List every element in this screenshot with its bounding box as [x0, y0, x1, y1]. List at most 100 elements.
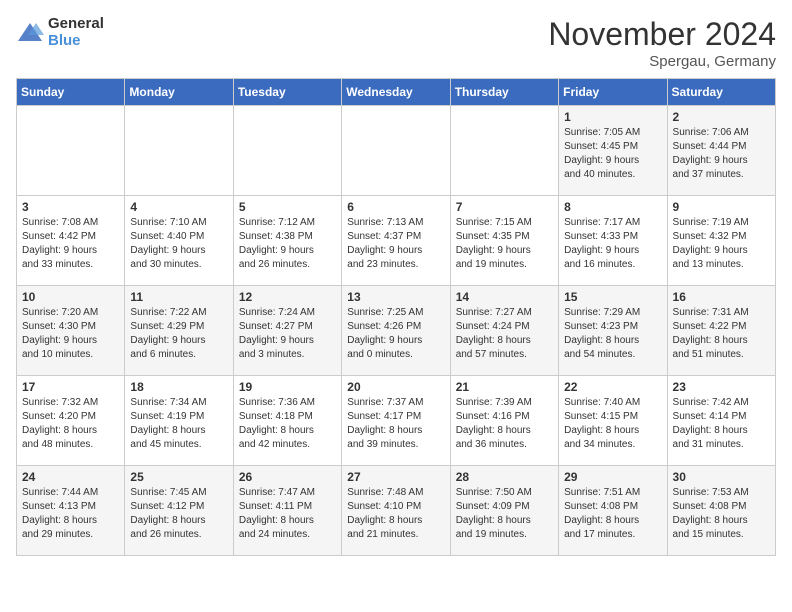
- day-number: 9: [673, 200, 770, 214]
- calendar-cell: 11 Sunrise: 7:22 AM Sunset: 4:29 PM Dayli…: [125, 286, 233, 376]
- calendar-cell: 26 Sunrise: 7:47 AM Sunset: 4:11 PM Dayli…: [233, 466, 341, 556]
- calendar-header: Sunday Monday Tuesday Wednesday Thursday…: [17, 79, 776, 106]
- day-number: 23: [673, 380, 770, 394]
- header-row: Sunday Monday Tuesday Wednesday Thursday…: [17, 79, 776, 106]
- logo-general-text: General: [48, 16, 104, 33]
- calendar-cell: 14Sunrise: 7:27 AM Sunset: 4:24 PM Dayli…: [450, 286, 558, 376]
- day-info: Sunrise: 7:32 AM Sunset: 4:20 PM Dayligh…: [22, 396, 119, 452]
- day-number: 21: [456, 380, 553, 394]
- day-number: 3: [22, 200, 119, 214]
- day-info: Sunrise: 7:20 AM Sunset: 4:30 PM Dayligh…: [22, 306, 119, 362]
- day-number: 10: [22, 290, 119, 304]
- day-number: 22: [564, 380, 661, 394]
- logo-text: General Blue: [48, 16, 104, 49]
- day-info: Sunrise: 7:34 AM Sunset: 4:19 PM Dayligh…: [130, 396, 227, 452]
- day-number: 7: [456, 200, 553, 214]
- day-number: 27: [347, 470, 444, 484]
- day-info: Sunrise: 7:39 AM Sunset: 4:16 PM Dayligh…: [456, 396, 553, 452]
- day-number: 20: [347, 380, 444, 394]
- logo-icon: [16, 19, 44, 47]
- day-info: Sunrise: 7:08 AM Sunset: 4:42 PM Dayligh…: [22, 216, 119, 272]
- calendar-cell: 12 Sunrise: 7:24 AM Sunset: 4:27 PM Dayli…: [233, 286, 341, 376]
- month-title: November 2024: [548, 16, 776, 53]
- calendar-cell: 27 Sunrise: 7:48 AM Sunset: 4:10 PM Dayli…: [342, 466, 450, 556]
- header-thursday: Thursday: [450, 79, 558, 106]
- day-number: 26: [239, 470, 336, 484]
- calendar-table: Sunday Monday Tuesday Wednesday Thursday…: [16, 78, 776, 556]
- location-subtitle: Spergau, Germany: [548, 53, 776, 70]
- calendar-cell: 30Sunrise: 7:53 AM Sunset: 4:08 PM Dayli…: [667, 466, 775, 556]
- calendar-week-5: 24 Sunrise: 7:44 AM Sunset: 4:13 PM Dayli…: [17, 466, 776, 556]
- calendar-cell: 13Sunrise: 7:25 AM Sunset: 4:26 PM Dayli…: [342, 286, 450, 376]
- calendar-cell: [342, 106, 450, 196]
- day-number: 11: [130, 290, 227, 304]
- logo-blue-text: Blue: [48, 33, 104, 50]
- calendar-week-2: 3 Sunrise: 7:08 AM Sunset: 4:42 PM Daylig…: [17, 196, 776, 286]
- calendar-cell: 7 Sunrise: 7:15 AM Sunset: 4:35 PM Daylig…: [450, 196, 558, 286]
- calendar-cell: 8Sunrise: 7:17 AM Sunset: 4:33 PM Daylig…: [559, 196, 667, 286]
- calendar-cell: 9 Sunrise: 7:19 AM Sunset: 4:32 PM Daylig…: [667, 196, 775, 286]
- day-info: Sunrise: 7:10 AM Sunset: 4:40 PM Dayligh…: [130, 216, 227, 272]
- calendar-cell: 17Sunrise: 7:32 AM Sunset: 4:20 PM Dayli…: [17, 376, 125, 466]
- calendar-cell: 16Sunrise: 7:31 AM Sunset: 4:22 PM Dayli…: [667, 286, 775, 376]
- calendar-week-4: 17Sunrise: 7:32 AM Sunset: 4:20 PM Dayli…: [17, 376, 776, 466]
- calendar-cell: 18Sunrise: 7:34 AM Sunset: 4:19 PM Dayli…: [125, 376, 233, 466]
- day-number: 5: [239, 200, 336, 214]
- calendar-cell: 15 Sunrise: 7:29 AM Sunset: 4:23 PM Dayli…: [559, 286, 667, 376]
- day-number: 6: [347, 200, 444, 214]
- calendar-cell: 20 Sunrise: 7:37 AM Sunset: 4:17 PM Dayli…: [342, 376, 450, 466]
- day-info: Sunrise: 7:24 AM Sunset: 4:27 PM Dayligh…: [239, 306, 336, 362]
- day-number: 14: [456, 290, 553, 304]
- header-tuesday: Tuesday: [233, 79, 341, 106]
- calendar-cell: 1 Sunrise: 7:05 AM Sunset: 4:45 PM Daylig…: [559, 106, 667, 196]
- header-wednesday: Wednesday: [342, 79, 450, 106]
- header-monday: Monday: [125, 79, 233, 106]
- day-info: Sunrise: 7:42 AM Sunset: 4:14 PM Dayligh…: [673, 396, 770, 452]
- calendar-cell: 10 Sunrise: 7:20 AM Sunset: 4:30 PM Dayli…: [17, 286, 125, 376]
- day-info: Sunrise: 7:29 AM Sunset: 4:23 PM Dayligh…: [564, 306, 661, 362]
- day-info: Sunrise: 7:44 AM Sunset: 4:13 PM Dayligh…: [22, 486, 119, 542]
- header-saturday: Saturday: [667, 79, 775, 106]
- day-number: 19: [239, 380, 336, 394]
- calendar-cell: 2Sunrise: 7:06 AM Sunset: 4:44 PM Daylig…: [667, 106, 775, 196]
- calendar-cell: 25 Sunrise: 7:45 AM Sunset: 4:12 PM Dayli…: [125, 466, 233, 556]
- day-number: 24: [22, 470, 119, 484]
- calendar-cell: 19 Sunrise: 7:36 AM Sunset: 4:18 PM Dayli…: [233, 376, 341, 466]
- day-info: Sunrise: 7:53 AM Sunset: 4:08 PM Dayligh…: [673, 486, 770, 542]
- day-info: Sunrise: 7:12 AM Sunset: 4:38 PM Dayligh…: [239, 216, 336, 272]
- header-friday: Friday: [559, 79, 667, 106]
- header-sunday: Sunday: [17, 79, 125, 106]
- day-number: 13: [347, 290, 444, 304]
- calendar-cell: 6 Sunrise: 7:13 AM Sunset: 4:37 PM Daylig…: [342, 196, 450, 286]
- day-info: Sunrise: 7:40 AM Sunset: 4:15 PM Dayligh…: [564, 396, 661, 452]
- day-info: Sunrise: 7:13 AM Sunset: 4:37 PM Dayligh…: [347, 216, 444, 272]
- calendar-cell: 3 Sunrise: 7:08 AM Sunset: 4:42 PM Daylig…: [17, 196, 125, 286]
- day-number: 15: [564, 290, 661, 304]
- day-number: 28: [456, 470, 553, 484]
- day-info: Sunrise: 7:22 AM Sunset: 4:29 PM Dayligh…: [130, 306, 227, 362]
- calendar-cell: 28Sunrise: 7:50 AM Sunset: 4:09 PM Dayli…: [450, 466, 558, 556]
- day-number: 12: [239, 290, 336, 304]
- day-number: 16: [673, 290, 770, 304]
- day-info: Sunrise: 7:47 AM Sunset: 4:11 PM Dayligh…: [239, 486, 336, 542]
- day-info: Sunrise: 7:37 AM Sunset: 4:17 PM Dayligh…: [347, 396, 444, 452]
- calendar-cell: 23 Sunrise: 7:42 AM Sunset: 4:14 PM Dayli…: [667, 376, 775, 466]
- day-number: 25: [130, 470, 227, 484]
- day-info: Sunrise: 7:15 AM Sunset: 4:35 PM Dayligh…: [456, 216, 553, 272]
- day-number: 4: [130, 200, 227, 214]
- day-info: Sunrise: 7:06 AM Sunset: 4:44 PM Dayligh…: [673, 126, 770, 182]
- day-number: 1: [564, 110, 661, 124]
- day-info: Sunrise: 7:05 AM Sunset: 4:45 PM Dayligh…: [564, 126, 661, 182]
- day-info: Sunrise: 7:48 AM Sunset: 4:10 PM Dayligh…: [347, 486, 444, 542]
- day-info: Sunrise: 7:51 AM Sunset: 4:08 PM Dayligh…: [564, 486, 661, 542]
- day-info: Sunrise: 7:45 AM Sunset: 4:12 PM Dayligh…: [130, 486, 227, 542]
- calendar-body: 1 Sunrise: 7:05 AM Sunset: 4:45 PM Daylig…: [17, 106, 776, 556]
- calendar-week-3: 10 Sunrise: 7:20 AM Sunset: 4:30 PM Dayli…: [17, 286, 776, 376]
- calendar-cell: 22 Sunrise: 7:40 AM Sunset: 4:15 PM Dayli…: [559, 376, 667, 466]
- day-info: Sunrise: 7:17 AM Sunset: 4:33 PM Dayligh…: [564, 216, 661, 272]
- calendar-week-1: 1 Sunrise: 7:05 AM Sunset: 4:45 PM Daylig…: [17, 106, 776, 196]
- day-info: Sunrise: 7:36 AM Sunset: 4:18 PM Dayligh…: [239, 396, 336, 452]
- calendar-cell: [125, 106, 233, 196]
- calendar-cell: 29Sunrise: 7:51 AM Sunset: 4:08 PM Dayli…: [559, 466, 667, 556]
- day-info: Sunrise: 7:19 AM Sunset: 4:32 PM Dayligh…: [673, 216, 770, 272]
